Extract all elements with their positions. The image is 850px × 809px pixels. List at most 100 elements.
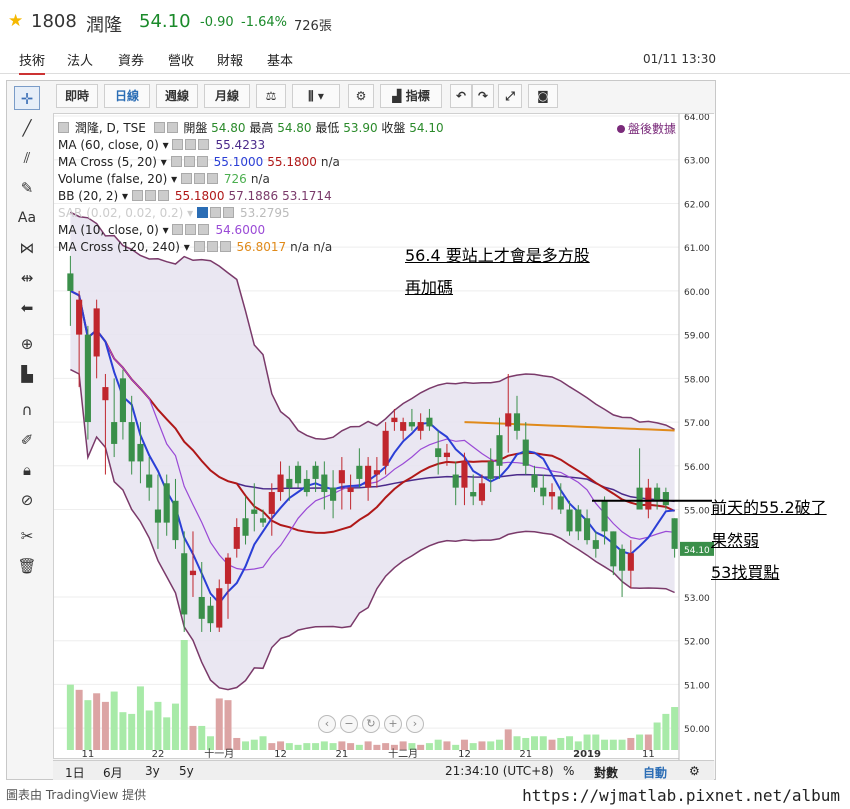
log-toggle[interactable]: 對數 (594, 764, 618, 781)
price-tick-label: 57.00 (684, 419, 710, 429)
axis-settings-icon[interactable]: ⚙ (689, 764, 700, 778)
candle-body (128, 422, 135, 462)
tab-technical[interactable]: 技術 (19, 50, 46, 75)
legend-eye-icon[interactable] (153, 122, 165, 133)
settings-gear-icon[interactable]: ⚙ (348, 84, 374, 108)
hide-icon[interactable]: ⊘ (14, 488, 40, 512)
monthly-button[interactable]: 月線 (204, 84, 250, 108)
legend-gear-icon[interactable] (144, 190, 156, 201)
legend-gear-icon[interactable] (210, 207, 221, 218)
candle-body (531, 474, 538, 488)
volume-bar (434, 739, 442, 750)
compare-icon[interactable]: ⚖ (256, 84, 286, 108)
tab-financials[interactable]: 財報 (217, 50, 243, 69)
redo-icon[interactable]: ↷ (472, 84, 494, 108)
volume-bar (662, 713, 670, 750)
legend-close-icon[interactable] (198, 139, 210, 150)
settings-tools-icon[interactable]: ✂ (14, 524, 40, 548)
legend-gear-icon[interactable] (185, 139, 197, 150)
range-6m[interactable]: 6月 (103, 764, 123, 781)
legend-gear-icon[interactable] (183, 156, 195, 167)
ruler-icon[interactable]: ▙ (14, 362, 40, 386)
chart-type-icon[interactable]: ⫼ ▾ (292, 84, 340, 108)
volume-bar (136, 686, 144, 750)
price-tick-label: 55.00 (684, 507, 710, 517)
reset-icon[interactable]: ↻ (362, 715, 380, 733)
legend-eye-icon[interactable] (180, 173, 192, 184)
legend-gear-icon[interactable] (206, 241, 218, 252)
legend-row-value: 55.4233 (215, 138, 266, 152)
range-1d[interactable]: 1日 (65, 764, 85, 781)
legend-eye-icon[interactable] (197, 207, 208, 218)
legend-eye-icon[interactable] (172, 224, 184, 235)
legend-close-icon[interactable] (198, 224, 210, 235)
auto-toggle[interactable]: 自動 (643, 764, 667, 781)
candle-body (189, 570, 197, 576)
legend-close-icon[interactable] (157, 190, 169, 201)
zoom-out-icon[interactable]: − (340, 715, 358, 733)
candle-body (513, 413, 521, 431)
favorite-star-icon[interactable]: ★ (8, 11, 23, 31)
trash-icon[interactable]: 🗑︎ (14, 554, 40, 578)
legend-gear-icon[interactable] (185, 224, 197, 235)
scroll-left-icon[interactable]: ‹ (318, 715, 336, 733)
tab-revenue[interactable]: 營收 (168, 50, 194, 69)
tab-basic[interactable]: 基本 (267, 50, 293, 69)
weekly-button[interactable]: 週線 (156, 84, 198, 108)
legend-gear-icon[interactable] (166, 122, 178, 133)
legend-eye-icon[interactable] (193, 241, 205, 252)
lock-drawings-icon[interactable]: ✐ (14, 428, 40, 452)
crosshair-icon[interactable]: ✛ (14, 86, 40, 110)
volume-bar (653, 722, 661, 750)
tab-margin[interactable]: 資券 (118, 50, 144, 69)
note-add-position: 再加碼 (405, 278, 454, 297)
legend-gear-icon[interactable] (193, 173, 205, 184)
legend-close-icon[interactable] (196, 156, 208, 167)
candle-body (435, 448, 442, 458)
legend-eye-icon[interactable] (172, 139, 184, 150)
measure-icon[interactable]: ⇹ (14, 266, 40, 290)
candle-body (251, 509, 258, 514)
legend-row-value: n/a (320, 155, 340, 169)
legend-eye-icon[interactable] (170, 156, 182, 167)
legend-close-icon[interactable] (206, 173, 218, 184)
volume-bar (145, 710, 153, 750)
close-value: 54.10 (409, 121, 444, 135)
range-3y[interactable]: 3y (145, 764, 160, 778)
camera-icon[interactable]: ◙ (528, 84, 558, 108)
indicators-button[interactable]: ▟ 指標 (380, 84, 442, 108)
legend-row: MA Cross (5, 20) ▾ 55.1000 55.1800 n/a (58, 154, 444, 171)
legend-close-icon[interactable] (223, 207, 234, 218)
scroll-right-icon[interactable]: › (406, 715, 424, 733)
lock-icon[interactable]: 🔒︎ (14, 458, 40, 482)
price-tick-label: 63.00 (684, 157, 710, 167)
trend-line-icon[interactable]: ╱ (14, 116, 40, 140)
brush-icon[interactable]: ✎ (14, 176, 40, 200)
candle-body (259, 518, 267, 523)
fullscreen-icon[interactable]: ⤢ (498, 84, 522, 108)
candle-body (505, 413, 512, 427)
candle-body (330, 487, 337, 501)
legend-row-value: 54.6000 (215, 223, 266, 237)
zoom-icon[interactable]: ⊕ (14, 332, 40, 356)
arrow-back-icon[interactable]: ⬅ (14, 296, 40, 320)
percent-toggle[interactable]: % (563, 764, 574, 778)
range-5y[interactable]: 5y (179, 764, 194, 778)
candle-body (426, 417, 433, 427)
legend-toggle-icon[interactable] (58, 122, 69, 133)
undo-icon[interactable]: ↶ (450, 84, 472, 108)
candle-body (566, 509, 573, 532)
clock-time: 21:34:10 (UTC+8) (445, 764, 554, 778)
daily-button[interactable]: 日線 (104, 84, 150, 108)
chart-legend: 潤隆, D, TSE 開盤 54.80 最高 54.80 最低 53.90 收盤… (58, 120, 444, 256)
pattern-icon[interactable]: ⋈ (14, 236, 40, 260)
legend-close-icon[interactable] (219, 241, 231, 252)
tab-institutional[interactable]: 法人 (67, 50, 93, 69)
price-axis-bg (679, 114, 715, 760)
zoom-in-icon[interactable]: + (384, 715, 402, 733)
magnet-icon[interactable]: ∩ (14, 398, 40, 422)
text-tool-icon[interactable]: Aa (14, 206, 40, 230)
realtime-button[interactable]: 即時 (56, 84, 98, 108)
legend-eye-icon[interactable] (131, 190, 143, 201)
fib-tool-icon[interactable]: ⫽ (14, 146, 40, 170)
